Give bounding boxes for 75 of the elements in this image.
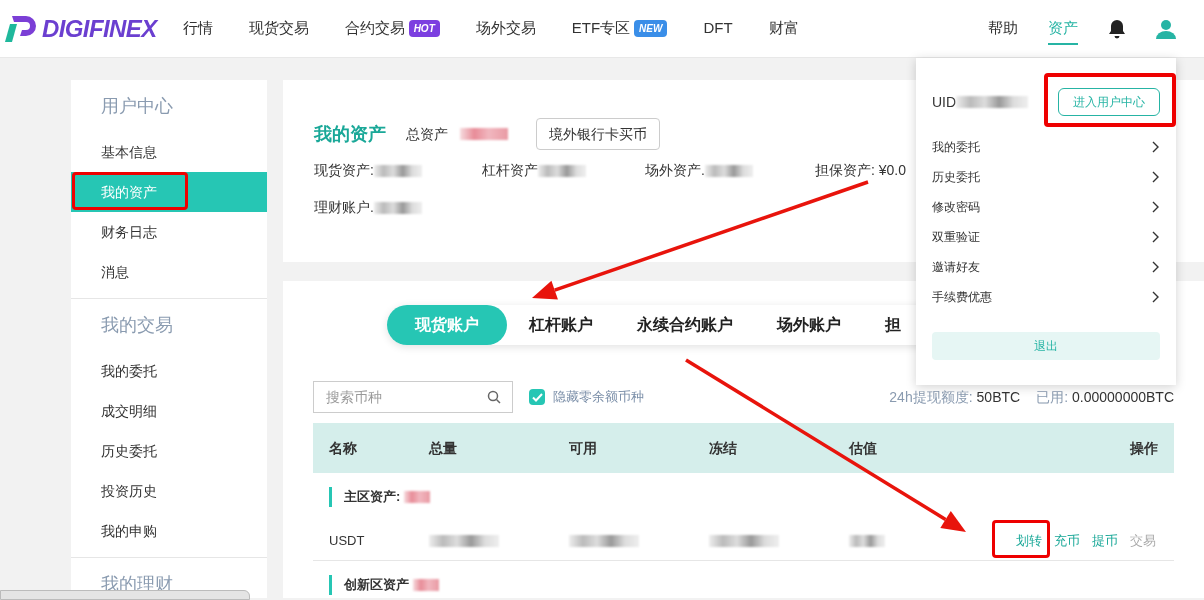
- column-header: 估值: [849, 438, 878, 458]
- nav-link[interactable]: 合约交易: [344, 17, 405, 40]
- nav-link[interactable]: 财富: [768, 17, 799, 40]
- account-tab[interactable]: 杠杆账户: [507, 305, 615, 345]
- nav-link[interactable]: 帮助: [988, 17, 1018, 40]
- chevron-icon: [1152, 291, 1160, 303]
- chevron-icon: [1152, 201, 1160, 213]
- user-icon[interactable]: [1156, 18, 1176, 39]
- menu-item[interactable]: 我的委托: [932, 132, 1160, 162]
- blurred-value: [849, 535, 885, 548]
- nav-link[interactable]: 现货交易: [248, 17, 309, 40]
- menu-item[interactable]: 手续费优惠: [932, 282, 1160, 312]
- blurred-value: [569, 535, 639, 548]
- field-label: 担保资产: ¥0.0: [815, 161, 907, 180]
- nav-link[interactable]: ETF专区: [571, 17, 631, 40]
- menu-item[interactable]: 双重验证: [932, 222, 1160, 252]
- menu-item[interactable]: 历史委托: [932, 162, 1160, 192]
- menu-item[interactable]: 邀请好友: [932, 252, 1160, 282]
- uid-label: UID: [932, 92, 957, 112]
- blurred-value: [429, 535, 499, 548]
- sidebar-item[interactable]: 我的委托: [71, 351, 267, 391]
- page-title: 我的资产: [314, 122, 386, 146]
- logo-icon: [4, 13, 38, 44]
- column-header: 操作: [1130, 438, 1158, 458]
- bell-icon[interactable]: [1108, 18, 1126, 39]
- field-label: 场外资产.: [645, 161, 705, 180]
- chevron-icon: [1152, 261, 1160, 273]
- checkbox[interactable]: [529, 389, 545, 405]
- sidebar-item[interactable]: 投资历史: [71, 471, 267, 511]
- checkbox-label: 隐藏零余额币种: [553, 388, 644, 407]
- limit-value: 50BTC: [976, 387, 1021, 407]
- blurred-value: [404, 491, 431, 503]
- sidebar-item[interactable]: 成交明细: [71, 391, 267, 431]
- total-label: 总资产: [406, 124, 448, 144]
- column-header: 可用: [569, 438, 598, 458]
- blurred-value: [460, 128, 508, 140]
- chevron-icon: [1152, 141, 1160, 153]
- logo-text: DIGIFINEX: [42, 13, 157, 44]
- account-tab[interactable]: 担: [863, 305, 923, 345]
- search-icon: [487, 390, 501, 404]
- field-label: 理财账户.: [314, 198, 374, 217]
- column-header: 冻结: [709, 438, 738, 458]
- nav-badge: HOT: [408, 20, 440, 37]
- nav-link[interactable]: 场外交易: [475, 17, 536, 40]
- field-label: 现货资产:: [314, 161, 374, 180]
- field-label: 杠杆资产: [482, 161, 538, 180]
- column-header: 名称: [329, 438, 358, 458]
- menu-item[interactable]: 修改密码: [932, 192, 1160, 222]
- sidebar-item[interactable]: 财务日志: [71, 212, 267, 252]
- blurred-value: [413, 579, 439, 591]
- account-tab[interactable]: 永续合约账户: [615, 305, 755, 345]
- nav-link[interactable]: DFT: [703, 17, 733, 40]
- chevron-icon: [1152, 231, 1160, 243]
- blurred-value: [709, 535, 779, 548]
- sidebar-item[interactable]: 历史委托: [71, 431, 267, 471]
- chevron-icon: [1152, 171, 1160, 183]
- section-title: 用户中心: [100, 94, 174, 118]
- section-marker: [329, 575, 332, 595]
- sidebar-item[interactable]: 基本信息: [71, 132, 267, 172]
- used-label: 已用:: [1036, 387, 1069, 407]
- account-tab[interactable]: 场外账户: [755, 305, 863, 345]
- section-marker: [329, 487, 332, 507]
- nav-badge: NEW: [634, 20, 668, 37]
- nav-link[interactable]: 行情: [182, 17, 213, 40]
- section-title: 我的交易: [100, 313, 174, 337]
- search-field[interactable]: 搜索币种: [313, 381, 513, 413]
- sidebar-item[interactable]: 我的申购: [71, 511, 267, 551]
- buy-button[interactable]: 境外银行卡买币: [536, 118, 660, 150]
- table-cell-text: USDT: [329, 531, 366, 550]
- section-title: 主区资产:: [344, 488, 401, 507]
- sidebar-item[interactable]: 消息: [71, 252, 267, 292]
- used-value: 0.00000000BTC: [1072, 387, 1174, 407]
- column-header: 总量: [429, 438, 458, 458]
- section-title: 创新区资产: [344, 576, 409, 595]
- limit-label: 24h提现额度:: [889, 387, 973, 407]
